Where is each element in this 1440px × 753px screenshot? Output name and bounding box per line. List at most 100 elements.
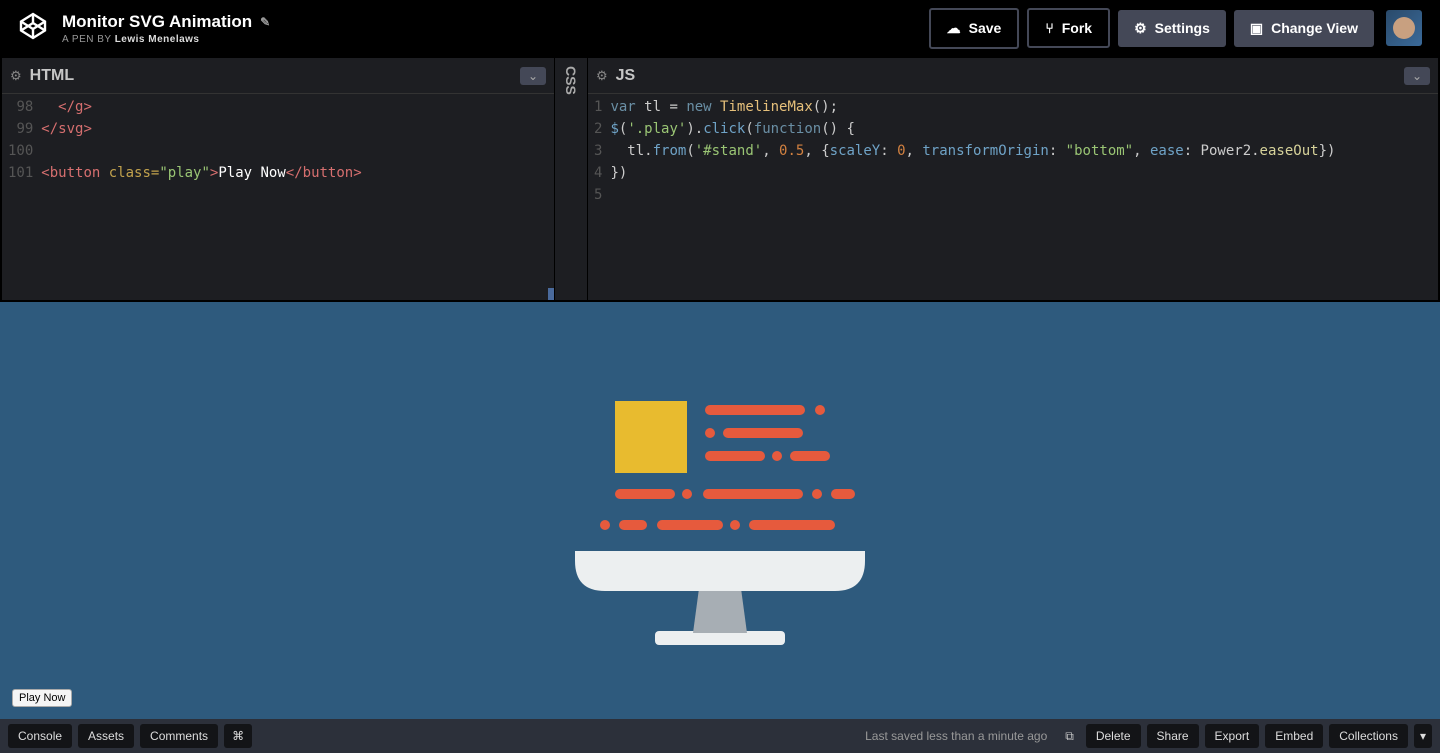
- code-token: easeOut: [1260, 143, 1319, 159]
- code-token: }): [1319, 143, 1336, 159]
- js-editor-title: JS: [616, 67, 636, 85]
- gear-icon: ⚙: [1134, 20, 1147, 37]
- code-token: var: [610, 99, 644, 115]
- code-token: }): [610, 165, 627, 181]
- play-now-button[interactable]: Play Now: [12, 689, 72, 707]
- code-token: "play": [159, 165, 210, 181]
- code-token: =: [661, 99, 686, 115]
- title-area: Monitor SVG Animation ✎ A PEN BY Lewis M…: [62, 12, 929, 45]
- user-avatar[interactable]: [1386, 10, 1422, 46]
- code-token: '.play': [627, 121, 686, 137]
- line-number: 3: [594, 140, 602, 162]
- code-token: $: [610, 121, 618, 137]
- js-code[interactable]: 1 2 3 4 5 var tl = new TimelineMax(); $ (…: [588, 94, 1438, 300]
- assets-button[interactable]: Assets: [78, 724, 134, 748]
- code-token: scaleY: [830, 143, 881, 159]
- code-token: tl: [644, 99, 661, 115]
- code-token: (: [745, 121, 753, 137]
- js-editor-header: ⚙ JS ⌄: [588, 58, 1438, 94]
- scroll-marker: [548, 288, 554, 300]
- footer-bar: Console Assets Comments ⌘ Last saved les…: [0, 719, 1440, 753]
- code-token: :: [880, 143, 897, 159]
- cloud-icon: ☁: [947, 20, 961, 37]
- code-token: ).: [686, 121, 703, 137]
- code-token: 0.5: [779, 143, 804, 159]
- js-editor: ⚙ JS ⌄ 1 2 3 4 5 var tl = new TimelineMa…: [588, 58, 1438, 300]
- shortcuts-button[interactable]: ⌘: [224, 724, 252, 748]
- code-token: TimelineMax: [720, 99, 813, 115]
- settings-label: Settings: [1155, 20, 1210, 36]
- code-token: click: [703, 121, 745, 137]
- line-number: 101: [8, 162, 33, 184]
- popout-icon[interactable]: ⧉: [1059, 729, 1080, 744]
- code-token: '#stand': [695, 143, 762, 159]
- delete-button[interactable]: Delete: [1086, 724, 1141, 748]
- code-token: new: [686, 99, 720, 115]
- line-number: 5: [594, 184, 602, 206]
- collections-caret[interactable]: ▾: [1414, 724, 1432, 748]
- fork-button[interactable]: ⑂ Fork: [1027, 8, 1110, 48]
- html-editor-title: HTML: [30, 67, 74, 85]
- last-saved-text: Last saved less than a minute ago: [865, 729, 1047, 743]
- code-token: "bottom": [1066, 143, 1133, 159]
- html-editor-header: ⚙ HTML ⌄: [2, 58, 554, 94]
- code-token: ();: [813, 99, 838, 115]
- fork-label: Fork: [1062, 20, 1092, 36]
- author-link[interactable]: Lewis Menelaws: [115, 34, 200, 45]
- code-token: <button: [41, 165, 100, 181]
- code-token: tl.: [610, 143, 652, 159]
- gear-icon[interactable]: ⚙: [596, 68, 608, 84]
- collections-button[interactable]: Collections: [1329, 724, 1408, 748]
- code-token: 0: [897, 143, 905, 159]
- console-button[interactable]: Console: [8, 724, 72, 748]
- change-view-label: Change View: [1271, 20, 1358, 36]
- settings-button[interactable]: ⚙ Settings: [1118, 10, 1226, 47]
- preview-pane: Play Now: [0, 300, 1440, 719]
- code-token: ,: [762, 143, 779, 159]
- header-buttons: ☁ Save ⑂ Fork ⚙ Settings ▣ Change View: [929, 8, 1422, 49]
- view-icon: ▣: [1250, 20, 1263, 37]
- css-editor-title: CSS: [563, 66, 579, 95]
- export-button[interactable]: Export: [1205, 724, 1260, 748]
- code-token: class=: [100, 165, 159, 181]
- monitor-illustration: [565, 371, 875, 651]
- codepen-logo[interactable]: [18, 11, 48, 46]
- embed-button[interactable]: Embed: [1265, 724, 1323, 748]
- code-token: </svg>: [41, 121, 92, 137]
- save-label: Save: [969, 20, 1002, 36]
- line-number: 99: [8, 118, 33, 140]
- line-number: 1: [594, 96, 602, 118]
- code-token: :: [1049, 143, 1066, 159]
- gear-icon[interactable]: ⚙: [10, 68, 22, 84]
- css-editor-collapsed[interactable]: CSS: [555, 58, 587, 300]
- save-button[interactable]: ☁ Save: [929, 8, 1020, 49]
- edit-title-icon[interactable]: ✎: [260, 15, 270, 29]
- html-editor: ⚙ HTML ⌄ 98 99 100 101 </g> </svg> <butt…: [2, 58, 554, 300]
- line-number: 2: [594, 118, 602, 140]
- html-editor-menu[interactable]: ⌄: [520, 67, 546, 85]
- line-number: 4: [594, 162, 602, 184]
- line-number: 100: [8, 140, 33, 162]
- code-token: ease: [1150, 143, 1184, 159]
- comments-button[interactable]: Comments: [140, 724, 218, 748]
- code-token: () {: [821, 121, 855, 137]
- code-token: , {: [804, 143, 829, 159]
- share-button[interactable]: Share: [1147, 724, 1199, 748]
- code-token: </button>: [286, 165, 362, 181]
- byline-prefix: A PEN BY: [62, 34, 111, 45]
- code-token: Play Now: [218, 165, 285, 181]
- code-token: from: [653, 143, 687, 159]
- code-token: : Power2.: [1184, 143, 1260, 159]
- code-token: function: [754, 121, 821, 137]
- change-view-button[interactable]: ▣ Change View: [1234, 10, 1374, 47]
- code-token: ,: [1133, 143, 1150, 159]
- html-code[interactable]: 98 99 100 101 </g> </svg> <button class=…: [2, 94, 554, 300]
- code-token: (: [686, 143, 694, 159]
- code-token: </g>: [41, 99, 92, 115]
- code-token: transformOrigin: [922, 143, 1048, 159]
- line-number: 98: [8, 96, 33, 118]
- js-editor-menu[interactable]: ⌄: [1404, 67, 1430, 85]
- pen-title[interactable]: Monitor SVG Animation: [62, 12, 252, 32]
- app-header: Monitor SVG Animation ✎ A PEN BY Lewis M…: [0, 0, 1440, 56]
- editors-row: ⚙ HTML ⌄ 98 99 100 101 </g> </svg> <butt…: [0, 56, 1440, 300]
